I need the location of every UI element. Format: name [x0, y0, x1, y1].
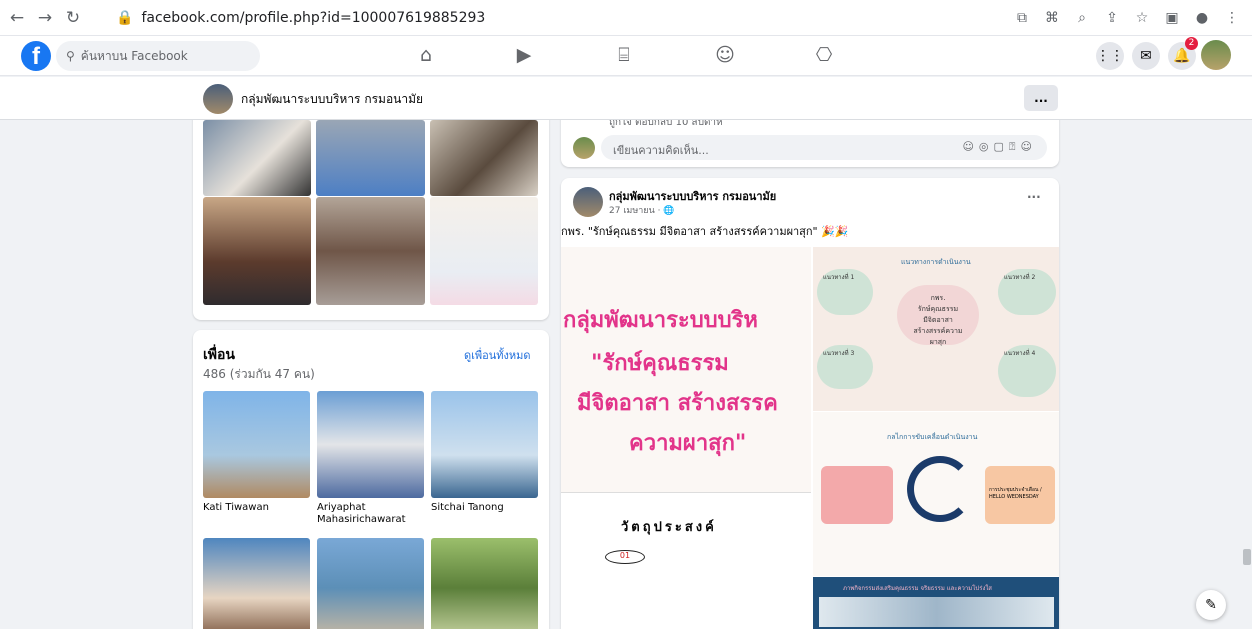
friend-photo[interactable]	[431, 391, 538, 498]
see-all-friends-link[interactable]: ดูเพื่อนทั้งหมด	[464, 346, 531, 364]
url-text: facebook.com/profile.php?id=100007619885…	[141, 10, 486, 26]
img5-content	[819, 597, 1054, 627]
bookmark-star-icon[interactable]: ☆	[1132, 10, 1152, 26]
friends-count: 486 (ร่วมกัน 47 คน)	[203, 367, 315, 381]
translate-icon[interactable]: ⌘	[1042, 10, 1062, 26]
notification-badge: 2	[1185, 37, 1198, 50]
friend-photo[interactable]	[431, 538, 538, 629]
back-icon[interactable]: ←	[6, 7, 28, 29]
commenter-avatar	[573, 137, 595, 159]
img3-left-box	[821, 466, 893, 524]
img-text-line: กลุ่มพัฒนาระบบบริห	[563, 308, 758, 333]
group-post: กลุ่มพัฒนาระบบบริหาร กรมอนามัย 27 เมษายน…	[561, 178, 1059, 629]
home-icon[interactable]: ⌂	[413, 42, 439, 68]
profile-icon[interactable]: ●	[1192, 10, 1212, 26]
facebook-header: f ⚲ ค้นหาบน Facebook ⌂ ▶ ⌸ ☺ ⎔ ⋮⋮ ✉ 🔔 2	[0, 36, 1252, 76]
comment-tools-icon[interactable]: ☺◎▢⍰☺	[962, 140, 1037, 154]
watch-icon[interactable]: ▶	[511, 42, 537, 68]
install-icon[interactable]: ⧉	[1012, 10, 1032, 26]
img-text-line: "รักษ์คุณธรรม	[591, 351, 729, 376]
post-image-guideline[interactable]: แนวทางการดำเนินงาน กพร. รักษ์คุณธรรม มีจ…	[812, 247, 1059, 411]
group-name[interactable]: กลุ่มพัฒนาระบบบริหาร กรมอนามัย	[241, 90, 423, 109]
photo[interactable]	[316, 120, 425, 196]
friend-photo[interactable]	[317, 391, 424, 498]
sidepanel-icon[interactable]: ▣	[1162, 10, 1182, 26]
scrollbar-thumb[interactable]	[1243, 549, 1251, 565]
img3-cycle-icon	[907, 456, 973, 522]
post-image-mechanism[interactable]: กลไกการขับเคลื่อนดำเนินงาน การประชุมประจ…	[812, 412, 1059, 576]
img4-number: 01	[605, 550, 645, 564]
search-input[interactable]: ⚲ ค้นหาบน Facebook	[56, 41, 260, 71]
img-text-line: มีจิตอาสา สร้างสรรค	[577, 391, 778, 416]
messenger-icon[interactable]: ✉	[1132, 42, 1160, 70]
browser-toolbar: ← → ↻ 🔒 facebook.com/profile.php?id=1000…	[0, 0, 1252, 36]
post-text: กพร. "รักษ์คุณธรรม มีจิตอาสา สร้างสรรค์ค…	[561, 225, 849, 238]
comment-input[interactable]: เขียนความคิดเห็น... ☺◎▢⍰☺	[601, 135, 1047, 160]
friends-title: เพื่อน	[203, 347, 235, 363]
photo[interactable]	[430, 120, 538, 196]
img3-right-box: การประชุมประจำเดือน / HELLO WEDNESDAY	[985, 466, 1055, 524]
menu-icon[interactable]: ⋮	[1222, 10, 1242, 26]
group-avatar[interactable]	[203, 84, 233, 114]
post-image-objective[interactable]: วัตถุประสงค์ 01	[561, 494, 811, 629]
photo[interactable]	[430, 197, 538, 305]
img2-node: แนวทางที่ 1	[817, 269, 873, 315]
comment-placeholder: เขียนความคิดเห็น...	[613, 144, 709, 157]
share-icon[interactable]: ⇪	[1102, 10, 1122, 26]
friend-photo[interactable]	[203, 538, 310, 629]
marketplace-icon[interactable]: ⌸	[611, 42, 637, 68]
img2-title: แนวทางการดำเนินงาน	[901, 258, 971, 266]
img2-node: แนวทางที่ 3	[817, 345, 873, 389]
friends-card: เพื่อน 486 (ร่วมกัน 47 คน) ดูเพื่อนทั้งห…	[193, 330, 549, 629]
post-image-activities[interactable]: ภาพกิจกรรมส่งเสริมคุณธรรม จริยธรรม และคว…	[812, 577, 1059, 629]
img2-center: กพร. รักษ์คุณธรรม มีจิตอาสา สร้างสรรค์คว…	[897, 285, 979, 346]
account-avatar[interactable]	[1201, 40, 1231, 70]
post-image-title[interactable]: กลุ่มพัฒนาระบบบริห "รักษ์คุณธรรม มีจิตอา…	[561, 247, 811, 493]
img2-node: แนวทางที่ 4	[998, 345, 1056, 397]
img4-title: วัตถุประสงค์	[621, 520, 717, 535]
zoom-icon[interactable]: ⌕	[1072, 10, 1092, 26]
photo[interactable]	[316, 197, 425, 305]
reload-icon[interactable]: ↻	[62, 7, 84, 29]
group-more-button[interactable]: ...	[1024, 85, 1058, 111]
img2-node: แนวทางที่ 2	[998, 269, 1056, 315]
friend-name[interactable]: Sitchai Tanong	[431, 502, 538, 514]
compose-message-icon[interactable]: ✎	[1196, 590, 1226, 620]
img5-title: ภาพกิจกรรมส่งเสริมคุณธรรม จริยธรรม และคว…	[843, 585, 992, 592]
img-text-line: ความผาสุก"	[629, 431, 747, 456]
friend-name[interactable]: Ariyaphat Mahasirichawarat	[317, 502, 424, 526]
post-author-avatar[interactable]	[573, 187, 603, 217]
post-options-icon[interactable]: ···	[1027, 190, 1041, 204]
menu-grid-icon[interactable]: ⋮⋮	[1096, 42, 1124, 70]
friend-photo[interactable]	[203, 391, 310, 498]
gaming-icon[interactable]: ⎔	[811, 42, 837, 68]
post-date[interactable]: 27 เมษายน · 🌐	[609, 203, 675, 217]
photo[interactable]	[203, 197, 311, 305]
facebook-logo[interactable]: f	[21, 41, 51, 71]
forward-icon[interactable]: →	[34, 7, 56, 29]
search-icon: ⚲	[66, 49, 75, 63]
img3-title: กลไกการขับเคลื่อนดำเนินงาน	[887, 433, 978, 441]
friend-photo[interactable]	[317, 538, 424, 629]
search-placeholder: ค้นหาบน Facebook	[80, 48, 188, 63]
group-sticky-bar: กลุ่มพัฒนาระบบบริหาร กรมอนามัย ...	[0, 77, 1252, 120]
photo[interactable]	[203, 120, 311, 196]
address-bar[interactable]: 🔒 facebook.com/profile.php?id=1000076198…	[110, 4, 1239, 32]
groups-icon[interactable]: ☺	[712, 42, 738, 68]
photos-card	[193, 110, 549, 320]
friend-name[interactable]: Kati Tiwawan	[203, 502, 310, 514]
lock-icon: 🔒	[116, 10, 134, 26]
